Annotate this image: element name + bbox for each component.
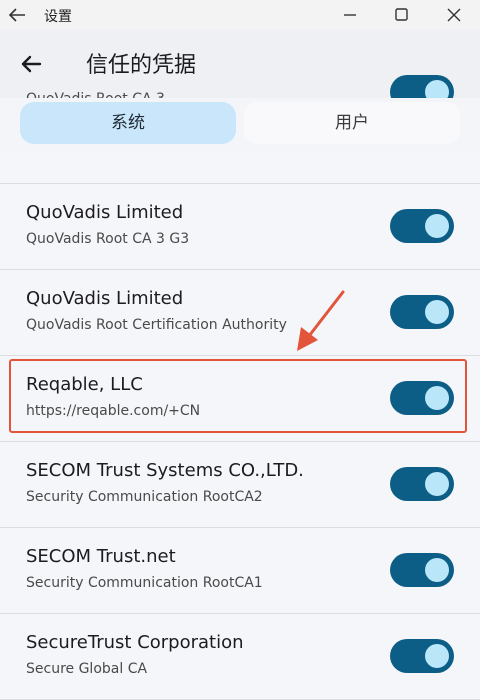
annotation-arrow-icon xyxy=(297,290,345,351)
